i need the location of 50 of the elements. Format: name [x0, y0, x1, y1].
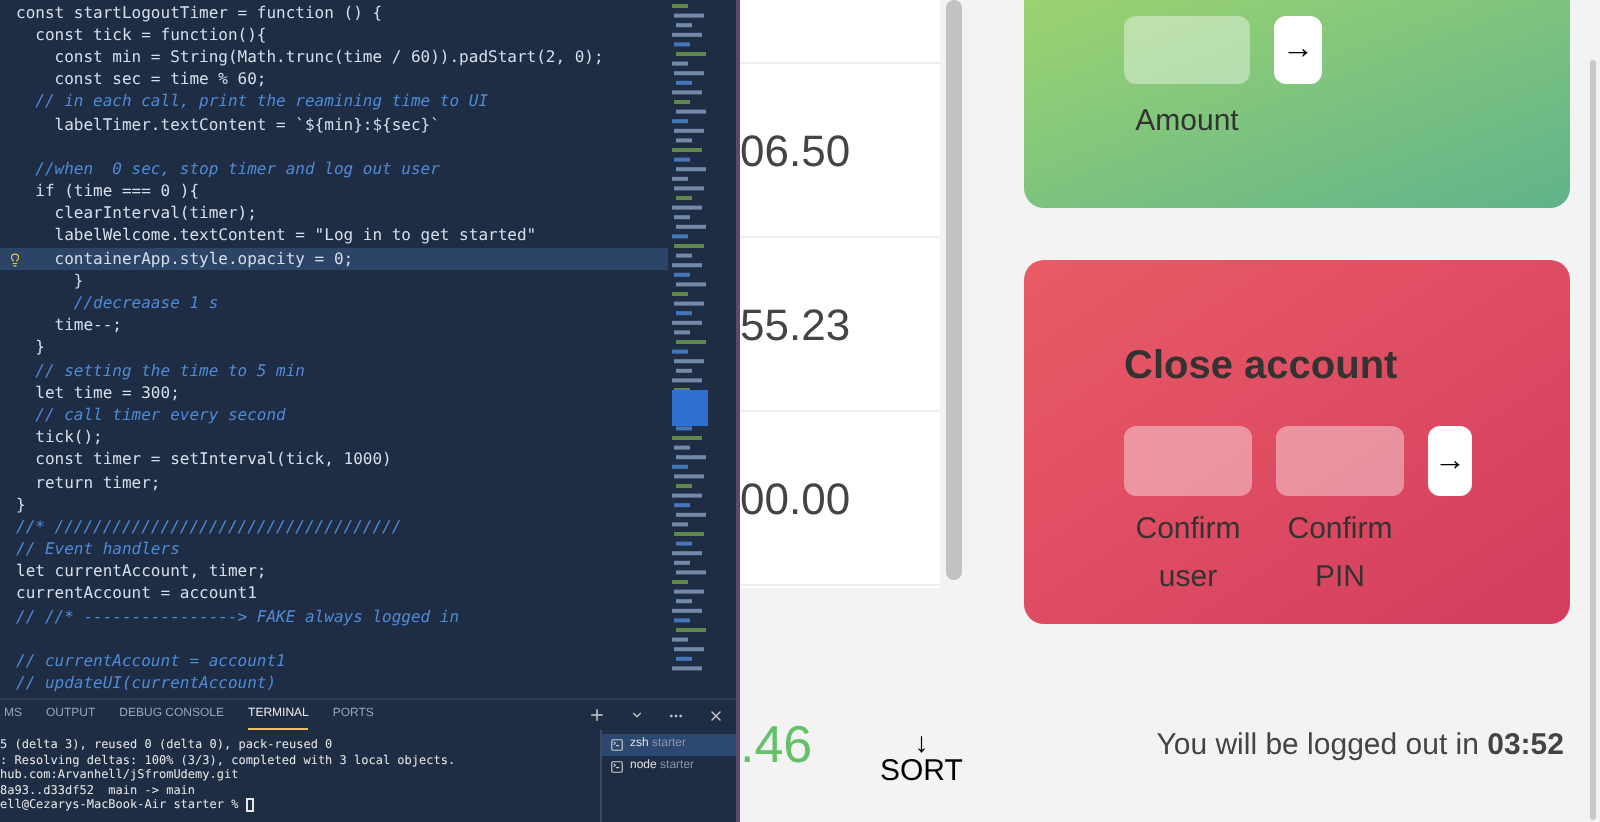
code-line: // currentAccount = account1 [16, 652, 286, 673]
code-line: } [71, 271, 84, 292]
code-line: if (time === 0 ){ [33, 182, 200, 203]
code-line: // call timer every second [33, 405, 286, 426]
code-line: labelTimer.textContent = `${min}:${sec}` [52, 115, 440, 136]
balance-sum: .46 [740, 712, 815, 778]
sort-button[interactable]: ↓ SORT [880, 728, 963, 788]
lightbulb-icon [8, 251, 22, 268]
code-line: clearInterval(timer); [52, 204, 257, 225]
code-line: currentAccount = account1 [16, 584, 257, 605]
close-submit-button[interactable]: → [1428, 426, 1472, 496]
code-line: //* //////////////////////////////////// [16, 517, 402, 538]
chevron-down-icon[interactable] [630, 708, 644, 722]
code-line: const startLogoutTimer = function () { [16, 3, 383, 24]
code-line: labelWelcome.textContent = "Log in to get started" [52, 226, 537, 247]
code-line: const sec = time % 60; [52, 70, 267, 91]
field-label: Confirm PIN [1285, 510, 1395, 598]
terminal-icon [610, 760, 624, 774]
add-terminal-icon[interactable] [588, 706, 606, 724]
code-line: time--; [52, 316, 122, 337]
terminal-cursor [245, 798, 254, 813]
code-line: } [16, 495, 26, 516]
terminal-icon [610, 738, 624, 752]
code-line: // //* ----------------> FAKE always logged in [16, 607, 460, 628]
movement-value: 06.50 [740, 123, 851, 179]
code-line: tick(); [33, 428, 103, 449]
scrollbar[interactable] [946, 0, 962, 580]
close-account-title: Close account [1124, 342, 1398, 392]
code-line: // in each call, print the reamining time to UI [33, 92, 489, 113]
code-line: //when 0 sec, stop timer and log out user [33, 159, 440, 180]
code-line: const tick = function(){ [33, 25, 267, 46]
movement-value: 00.00 [740, 471, 851, 527]
code-line: const min = String(Math.trunc(time / 60)).padStart(2, 0); [52, 47, 604, 68]
code-line: containerApp.style.opacity = 0; [52, 249, 354, 270]
logout-timer: You will be logged out in 03:52 [1156, 726, 1564, 766]
movement-value: 55.23 [740, 297, 851, 353]
code-line: // setting the time to 5 min [33, 361, 305, 382]
code-line: const timer = setInterval(tick, 1000) [33, 450, 392, 471]
amount-label: Amount [1133, 102, 1241, 142]
code-line: // updateUI(currentAccount) [16, 674, 277, 695]
code-line: // Event handlers [16, 540, 180, 561]
field-label: Confirm user [1133, 510, 1243, 598]
code-line: let time = 300; [33, 383, 180, 404]
code-line: let currentAccount, timer; [16, 562, 267, 583]
page-scrollbar[interactable] [1590, 60, 1596, 820]
code-line: //decreaase 1 s [71, 294, 219, 315]
code-line: return timer; [33, 473, 161, 494]
close-icon[interactable] [708, 707, 724, 723]
code-line: } [33, 338, 45, 359]
loan-submit-button[interactable]: → [1274, 16, 1322, 84]
